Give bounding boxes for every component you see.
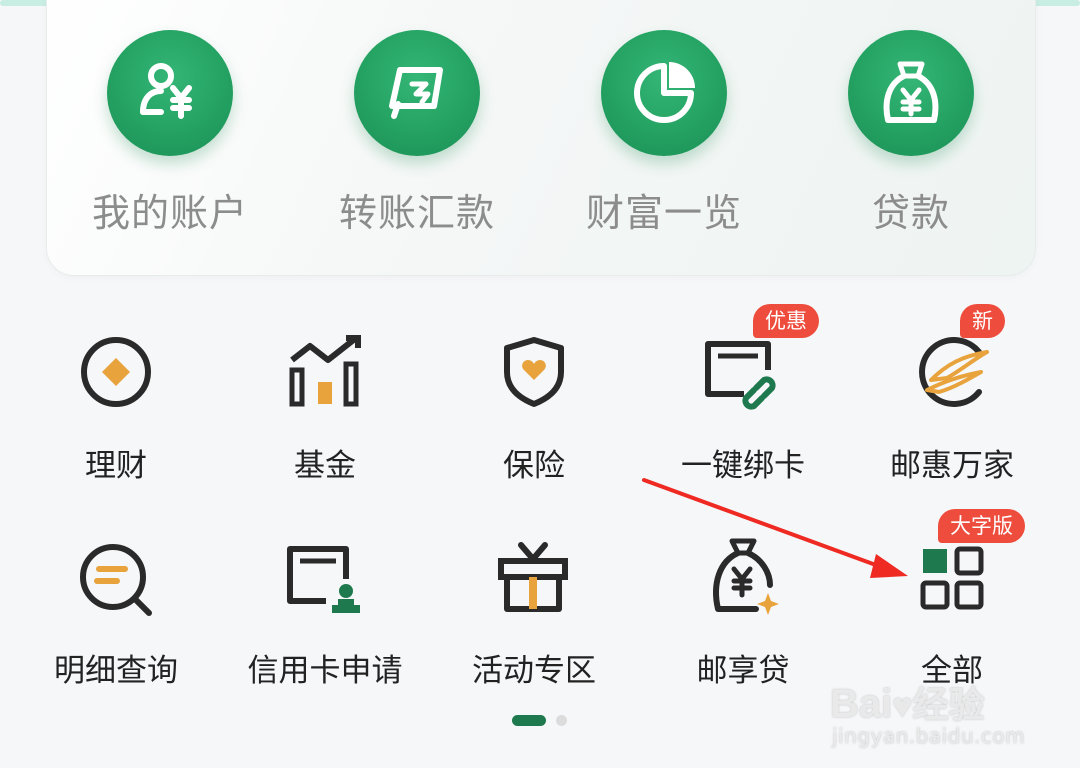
loan-bag-icon [883, 61, 939, 123]
service-label: 信用卡申请 [247, 653, 403, 689]
youhui-logo-icon [919, 337, 989, 407]
service-label: 邮惠万家 [890, 448, 1014, 484]
page-dot[interactable] [556, 715, 567, 726]
feature-circle [601, 30, 727, 156]
large-font-badge: 大字版 [938, 509, 1025, 543]
service-label: 基金 [294, 448, 356, 484]
transfer-icon [389, 67, 443, 119]
feature-circle [848, 30, 974, 156]
feature-circle [107, 30, 233, 156]
discount-badge: 优惠 [753, 304, 819, 338]
wealth-pie-icon [634, 62, 695, 123]
feature-label: 转账汇款 [338, 191, 495, 235]
service-label: 一键绑卡 [681, 448, 805, 484]
service-label: 明细查询 [54, 653, 178, 689]
watermark-logo: Bai♥经验 [830, 682, 985, 726]
bind-card-icon [705, 341, 776, 410]
fund-chart-icon [289, 335, 361, 407]
service-label: 邮享贷 [696, 653, 790, 689]
service-label: 活动专区 [472, 653, 596, 689]
wealth-diamond-icon [81, 337, 151, 407]
detail-search-icon [80, 544, 152, 616]
watermark-url: jingyan.baidu.com [832, 724, 1026, 748]
insurance-shield-icon [504, 337, 564, 407]
feature-label: 贷款 [871, 191, 950, 235]
new-badge: 新 [960, 304, 1005, 338]
gift-box-icon [498, 542, 568, 612]
service-label: 理财 [85, 448, 147, 484]
feature-label: 财富一览 [585, 191, 742, 235]
feature-label: 我的账户 [91, 191, 248, 235]
credit-card-apply-icon [287, 546, 360, 613]
service-label: 保险 [503, 448, 565, 484]
feature-circle [354, 30, 480, 156]
baidu-watermark: Bai♥经验 jingyan.baidu.com [830, 676, 1060, 756]
all-grid-icon [920, 546, 984, 610]
page-dot-active [512, 715, 546, 726]
money-bag-icon [713, 538, 779, 615]
account-yuan-icon [140, 63, 192, 119]
